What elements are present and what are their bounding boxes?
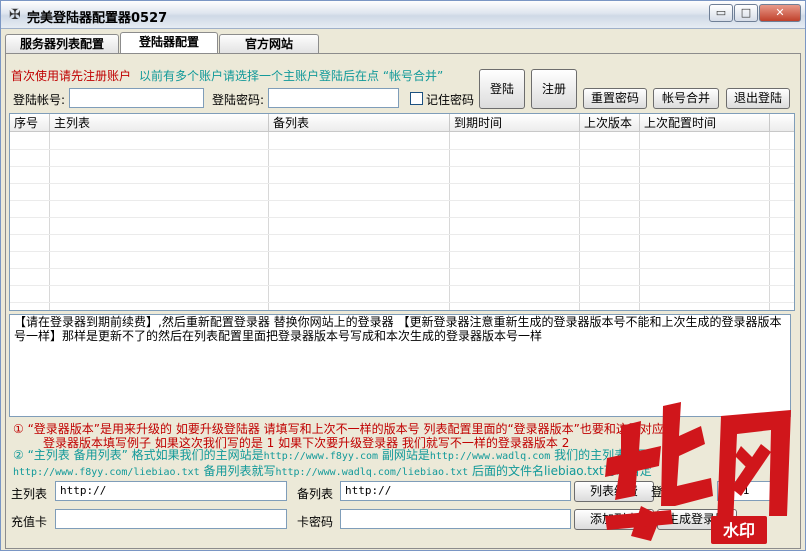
col-main-list[interactable]: 主列表 <box>50 114 269 132</box>
backup-list-input[interactable]: http:// <box>340 481 571 501</box>
help-version-line1: ① “登录器版本”是用来升级的 如要升级登陆器 请填写和上次不一样的版本号 列表… <box>13 422 664 436</box>
card-password-input[interactable] <box>340 509 571 529</box>
version-label: 登录器版本 <box>651 485 712 499</box>
logout-button[interactable]: 退出登陆 <box>726 88 790 109</box>
col-last-version[interactable]: 上次版本 <box>580 114 640 132</box>
login-button[interactable]: 登陆 <box>479 69 525 109</box>
notes-textarea[interactable]: 【请在登录器到期前续费】,然后重新配置登录器 替换你网站上的登录器 【更新登录器… <box>9 314 791 417</box>
col-last-config-time[interactable]: 上次配置时间 <box>640 114 770 132</box>
help-list-end2: 后面的文件名liebiao.txt可以自定 <box>468 464 652 478</box>
card-input[interactable] <box>55 509 287 529</box>
help-version: ① “登录器版本”是用来升级的 如要升级登陆器 请填写和上次不一样的版本号 列表… <box>13 422 793 450</box>
reset-password-button[interactable]: 重置密码 <box>583 88 647 109</box>
add-list-button[interactable]: 添加列表 <box>574 509 654 530</box>
first-use-hint: 首次使用请先注册账户 <box>11 69 132 83</box>
version-input[interactable]: 1 <box>717 481 775 501</box>
main-list-label: 主列表 <box>11 487 48 501</box>
close-button[interactable]: ✕ <box>759 4 801 22</box>
help-list-line1: ② “主列表 备用列表” 格式如果我们的主网站是http://www.f8yy.… <box>13 448 793 464</box>
help-url-main-list: http://www.f8yy.com/liebiao.txt <box>13 467 200 478</box>
help-list-line2: http://www.f8yy.com/liebiao.txt 备用列表就写ht… <box>13 464 793 480</box>
register-button[interactable]: 注册 <box>531 69 577 109</box>
account-input[interactable] <box>69 88 204 108</box>
card-label: 充值卡 <box>11 515 48 529</box>
merge-hint: 以前有多个账户请选择一个主账户登陆后在点 “帐号合并” <box>139 69 444 83</box>
window-title: 完美登陆器配置器0527 <box>27 11 168 26</box>
help-list-format: ② “主列表 备用列表” 格式如果我们的主网站是http://www.f8yy.… <box>13 448 793 480</box>
tab-login-config[interactable]: 登陆器配置 <box>120 32 218 53</box>
remember-label: 记住密码 <box>426 93 475 107</box>
generate-launcher-button[interactable]: 生成登录器 <box>657 509 737 530</box>
remember-checkbox[interactable] <box>410 92 423 105</box>
app-icon: ✠ <box>9 7 21 23</box>
help-list-mid: 副网站是 <box>378 448 430 462</box>
merge-account-button[interactable]: 帐号合并 <box>653 88 719 109</box>
account-label: 登陆帐号: <box>13 93 66 107</box>
help-list-end: 我们的主列表就写 <box>550 448 651 462</box>
card-password-label: 卡密码 <box>297 515 334 529</box>
tab-server-list[interactable]: 服务器列表配置 <box>5 34 119 53</box>
table-header: 序号 主列表 备列表 到期时间 上次版本 上次配置时间 <box>10 114 794 132</box>
password-input[interactable] <box>268 88 399 108</box>
minimize-button[interactable]: ▭ <box>709 4 733 22</box>
help-url-main: http://www.f8yy.com <box>263 451 379 462</box>
help-url-backup-list: http://www.wadlq.com/liebiao.txt <box>275 467 469 478</box>
app-window: ✠ 完美登陆器配置器0527 ▭ □ ✕ 服务器列表配置 登陆器配置 官方网站 … <box>0 0 806 551</box>
col-expiry[interactable]: 到期时间 <box>450 114 580 132</box>
maximize-button[interactable]: □ <box>734 4 758 22</box>
help-list-mid2: 备用列表就写 <box>199 464 276 478</box>
config-table[interactable]: 序号 主列表 备列表 到期时间 上次版本 上次配置时间 <box>9 113 795 311</box>
list-renew-button[interactable]: 列表续费 <box>574 481 654 502</box>
backup-list-label: 备列表 <box>297 487 334 501</box>
col-backup-list[interactable]: 备列表 <box>269 114 450 132</box>
help-list-text: ② “主列表 备用列表” 格式如果我们的主网站是 <box>13 448 264 462</box>
main-list-input[interactable]: http:// <box>55 481 287 501</box>
col-index[interactable]: 序号 <box>10 114 50 132</box>
title-bar: ✠ 完美登陆器配置器0527 ▭ □ ✕ <box>1 1 805 29</box>
password-label: 登陆密码: <box>212 93 265 107</box>
tab-official-site[interactable]: 官方网站 <box>219 34 319 53</box>
help-url-backup: http://www.wadlq.com <box>429 451 551 462</box>
